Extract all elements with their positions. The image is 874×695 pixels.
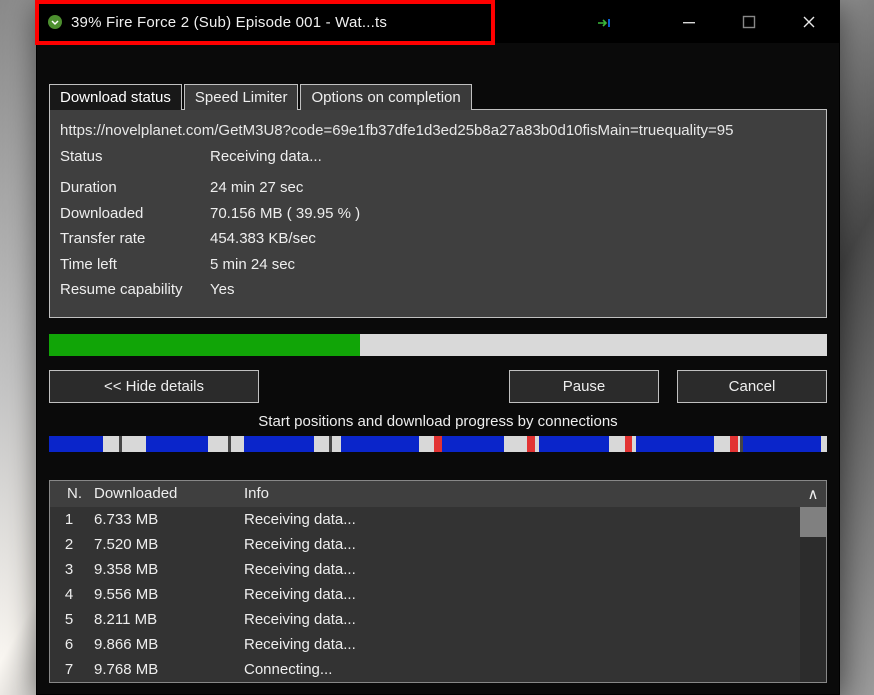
table-row[interactable]: 79.768 MBConnecting... — [50, 657, 826, 682]
minimize-button[interactable] — [659, 1, 719, 43]
table-row[interactable]: 49.556 MBReceiving data... — [50, 582, 826, 607]
resume-capability-label: Resume capability — [60, 277, 210, 303]
tab-options-on-completion[interactable]: Options on completion — [300, 84, 471, 110]
downloaded-value: 70.156 MB ( 39.95 % ) — [210, 201, 360, 227]
segments-progress-bar — [49, 436, 827, 452]
table-row[interactable]: 27.520 MBReceiving data... — [50, 532, 826, 557]
overall-progress-fill — [49, 334, 360, 356]
connections-table-body: 16.733 MBReceiving data... 27.520 MBRece… — [50, 507, 826, 682]
table-row[interactable]: 69.866 MBReceiving data... — [50, 632, 826, 657]
status-label: Status — [60, 144, 210, 170]
table-row[interactable]: 58.211 MBReceiving data... — [50, 607, 826, 632]
tab-speed-limiter[interactable]: Speed Limiter — [184, 84, 299, 110]
scroll-up-icon[interactable]: ∧ — [800, 481, 826, 507]
download-progress-window: 39% Fire Force 2 (Sub) Episode 001 - Wat… — [36, 0, 840, 695]
downloaded-label: Downloaded — [60, 201, 210, 227]
scrollbar-track[interactable] — [800, 507, 826, 682]
time-left-label: Time left — [60, 252, 210, 278]
titlebar[interactable]: 39% Fire Force 2 (Sub) Episode 001 - Wat… — [37, 1, 839, 43]
close-button[interactable] — [779, 1, 839, 43]
connections-table: N. Downloaded Info ∧ 16.733 MBReceiving … — [49, 480, 827, 683]
segments-label: Start positions and download progress by… — [49, 413, 827, 430]
status-indicator-icon — [597, 15, 613, 31]
connections-table-header: N. Downloaded Info ∧ — [50, 481, 826, 507]
pause-button[interactable]: Pause — [509, 370, 659, 403]
download-info-panel: https://novelplanet.com/GetM3U8?code=69e… — [49, 109, 827, 318]
overall-progress-bar — [49, 334, 827, 356]
transfer-rate-value: 454.383 KB/sec — [210, 226, 316, 252]
time-left-value: 5 min 24 sec — [210, 252, 295, 278]
column-number[interactable]: N. — [50, 481, 88, 507]
duration-value: 24 min 27 sec — [210, 175, 303, 201]
transfer-rate-label: Transfer rate — [60, 226, 210, 252]
download-url: https://novelplanet.com/GetM3U8?code=69e… — [60, 118, 816, 144]
duration-label: Duration — [60, 175, 210, 201]
tab-strip: Download status Speed Limiter Options on… — [49, 83, 827, 109]
resume-capability-value: Yes — [210, 277, 234, 303]
table-row[interactable]: 39.358 MBReceiving data... — [50, 557, 826, 582]
column-downloaded[interactable]: Downloaded — [88, 481, 238, 507]
cancel-button[interactable]: Cancel — [677, 370, 827, 403]
scrollbar-thumb[interactable] — [800, 507, 826, 537]
maximize-button[interactable] — [719, 1, 779, 43]
table-row[interactable]: 16.733 MBReceiving data... — [50, 507, 826, 532]
window-title: 39% Fire Force 2 (Sub) Episode 001 - Wat… — [71, 14, 387, 31]
status-value: Receiving data... — [210, 144, 322, 170]
hide-details-button[interactable]: << Hide details — [49, 370, 259, 403]
action-button-row: << Hide details Pause Cancel — [49, 370, 827, 403]
column-info[interactable]: Info — [238, 481, 800, 507]
idm-app-icon — [47, 14, 63, 30]
tab-download-status[interactable]: Download status — [49, 84, 182, 110]
